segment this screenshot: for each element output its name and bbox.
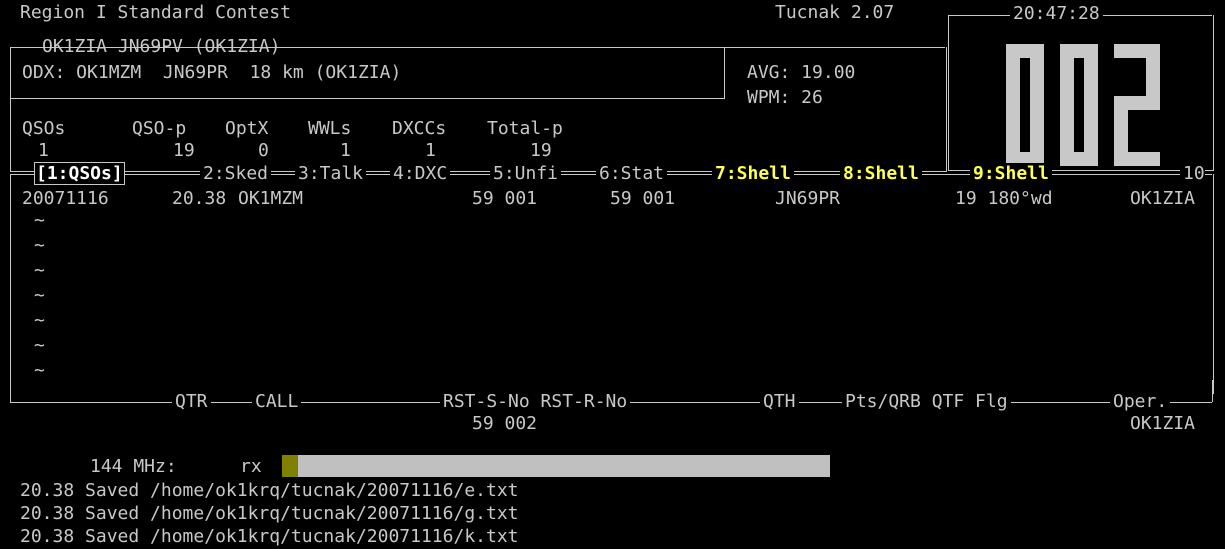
clock-box [948, 15, 1214, 171]
stat-header-dxccs: DXCCs [392, 118, 447, 139]
band-label: 144 MHz: [90, 456, 177, 477]
column-rst: RST-S-No RST-R-No [440, 391, 631, 412]
column-pts-qrb-qtf-flg: Pts/QRB QTF Flg [842, 391, 1011, 412]
contest-name: Region I Standard Contest [20, 2, 291, 23]
tab-bar: [1:QSOs] [34, 162, 125, 185]
entry-rst-sent[interactable]: 59 002 [472, 413, 537, 435]
stat-value-wwls: 1 [340, 140, 351, 161]
stat-header-total-p: Total-p [487, 118, 563, 139]
rx-level-fill [282, 455, 298, 477]
band-mode: rx [240, 456, 262, 477]
qso-call: OK1MZM [238, 188, 304, 209]
tab-shell-8[interactable]: 8:Shell [840, 163, 922, 184]
tab-shell-9[interactable]: 9:Shell [970, 163, 1052, 184]
log-line: 20.38 Saved /home/ok1krq/tucnak/20071116… [20, 480, 519, 501]
column-call: CALL [252, 391, 302, 412]
stat-header-optx: OptX [225, 118, 269, 139]
empty-row-marker: ~ [34, 210, 45, 231]
rx-level-bar [282, 455, 830, 477]
clock: 20:47:28 [1010, 3, 1103, 24]
wpm-value: WPM: 26 [747, 87, 823, 108]
entry-operator[interactable]: OK1ZIA [1130, 413, 1195, 435]
tab-10[interactable]: 10 [1180, 163, 1205, 184]
qso-locator: JN69PR [775, 188, 841, 209]
tab-sked[interactable]: 2:Sked [200, 163, 272, 184]
empty-row-marker: ~ [34, 310, 45, 331]
empty-row-marker: ~ [34, 285, 45, 306]
stat-value-qsos: 1 [38, 140, 49, 161]
qso-date: 20071116 [22, 188, 109, 209]
empty-row-marker: ~ [34, 360, 45, 381]
empty-row-marker: ~ [34, 235, 45, 256]
log-line: 20.38 Saved /home/ok1krq/tucnak/20071116… [20, 503, 519, 524]
stat-value-qso-p: 19 [173, 140, 195, 161]
app-version: Tucnak 2.07 [775, 2, 895, 23]
qso-operator: OK1ZIA [1130, 188, 1196, 209]
column-qtr: QTR [172, 391, 211, 412]
avg-value: AVG: 19.00 [747, 62, 856, 83]
log-line: 20.38 Saved /home/ok1krq/tucnak/20071116… [20, 526, 519, 547]
stat-value-dxccs: 1 [425, 140, 436, 161]
tab-dxc[interactable]: 4:DXC [390, 163, 451, 184]
empty-row-marker: ~ [34, 260, 45, 281]
stat-header-wwls: WWLs [308, 118, 352, 139]
tab-unfi[interactable]: 5:Unfi [490, 163, 562, 184]
terminal-screen: Region I Standard Contest Tucnak 2.07 OK… [0, 0, 1225, 549]
stat-value-optx: 0 [258, 140, 269, 161]
empty-row-marker: ~ [34, 335, 45, 356]
tab-talk[interactable]: 3:Talk [295, 163, 367, 184]
stat-header-qso-p: QSO-p [132, 118, 187, 139]
qso-rst-received: 59 001 [610, 188, 676, 209]
tab-qsos[interactable]: [1:QSOs] [34, 162, 125, 185]
qso-points-qrb-qtf: 19 180°wd [955, 188, 1053, 209]
stat-header-qsos: QSOs [22, 118, 66, 139]
tab-stat[interactable]: 6:Stat [596, 163, 668, 184]
column-qth: QTH [760, 391, 799, 412]
qso-time: 20.38 [172, 188, 227, 209]
qso-rst-sent: 59 001 [472, 188, 538, 209]
tab-shell-7[interactable]: 7:Shell [712, 163, 794, 184]
column-operator: Oper. [1110, 391, 1171, 412]
stat-value-total-p: 19 [530, 140, 552, 161]
